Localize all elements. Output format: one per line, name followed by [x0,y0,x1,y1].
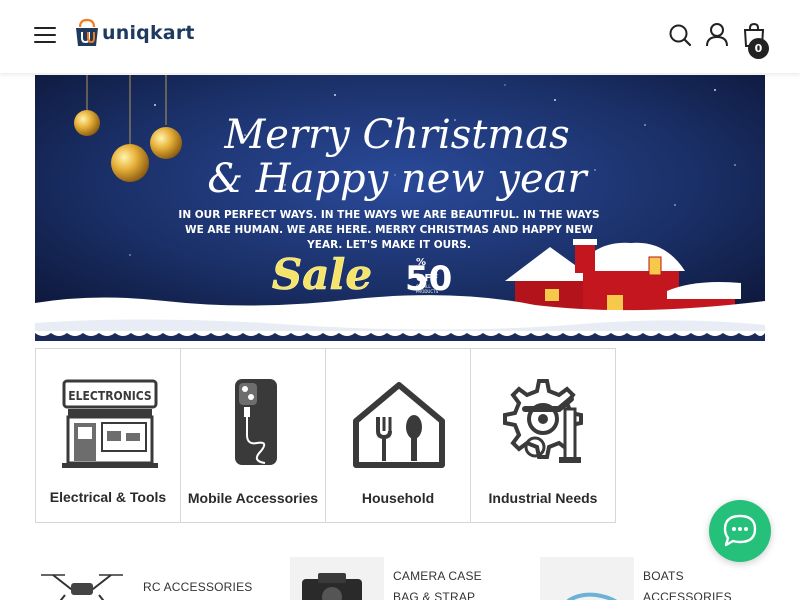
boat-image [540,557,634,600]
category-electrical-tools[interactable]: ELECTRONICS Electrical & Tools [35,348,181,523]
banner-body-line2: WE ARE HUMAN. WE ARE HERE. MERRY CHRISTM… [185,224,593,236]
subcategory-label: BOATS [643,569,684,583]
search-icon[interactable] [668,22,692,48]
user-icon[interactable] [705,22,729,48]
live-chat-button[interactable] [709,500,771,562]
house-cutlery-icon [353,382,445,468]
category-grid: ELECTRONICS Electrical & Tools Mobile Ac… [35,348,619,523]
subcategory-rc-accessories[interactable]: RC ACCESSORIES [35,557,275,600]
banner-sale-text: Sale [272,250,372,299]
site-logo[interactable]: uniqkart [73,16,195,50]
logo-bag-icon [76,18,98,46]
site-header: uniqkart 0 [0,0,800,73]
category-label: Household [361,490,435,506]
banner-body-line1: IN OUR PERFECT WAYS. IN THE WAYS WE ARE … [178,209,599,221]
hero-banner[interactable]: Merry Christmas & Happy new year IN OUR … [35,75,765,341]
svg-text:ELECTRONICS: ELECTRONICS [68,389,151,403]
cart-count-badge[interactable]: 0 [748,38,769,59]
subcategory-label-line2: ACCESSORIES [643,590,732,600]
menu-icon[interactable] [34,27,56,45]
phone-charger-icon [235,379,277,465]
logo-text: uniqkart [102,22,195,44]
category-mobile-accessories[interactable]: Mobile Accessories [180,348,326,523]
category-label: Industrial Needs [488,490,598,506]
category-household[interactable]: Household [325,348,471,523]
banner-title-line2: & Happy new year [207,156,589,202]
subcategory-strip: RC ACCESSORIES CAMERA CASE BAG & STRAP B… [35,557,765,600]
banner-discount-off: OFF [416,273,438,284]
subcategory-camera-case[interactable]: CAMERA CASE BAG & STRAP [290,557,530,600]
subcategory-boats-accessories[interactable]: BOATS ACCESSORIES [540,557,765,600]
chat-bubble-icon [723,514,757,547]
subcategory-label-line2: BAG & STRAP [393,590,476,600]
banner-title-line1: Merry Christmas [223,112,569,158]
christmas-banner-image: Merry Christmas & Happy new year IN OUR … [35,75,765,341]
category-label: Electrical & Tools [49,489,167,505]
subcategory-label: CAMERA CASE [393,569,482,583]
category-label: Mobile Accessories [187,490,319,506]
subcategory-label: RC ACCESSORIES [143,580,253,594]
camera-bag-image [290,557,384,600]
gear-robot-arm-icon [503,379,583,463]
banner-discount-percent: % [416,257,426,268]
drone-image [35,557,129,600]
electronics-store-icon: ELECTRONICS [62,379,158,468]
banner-discount-note2: PRODUCTS [416,289,439,294]
category-industrial-needs[interactable]: Industrial Needs [470,348,616,523]
